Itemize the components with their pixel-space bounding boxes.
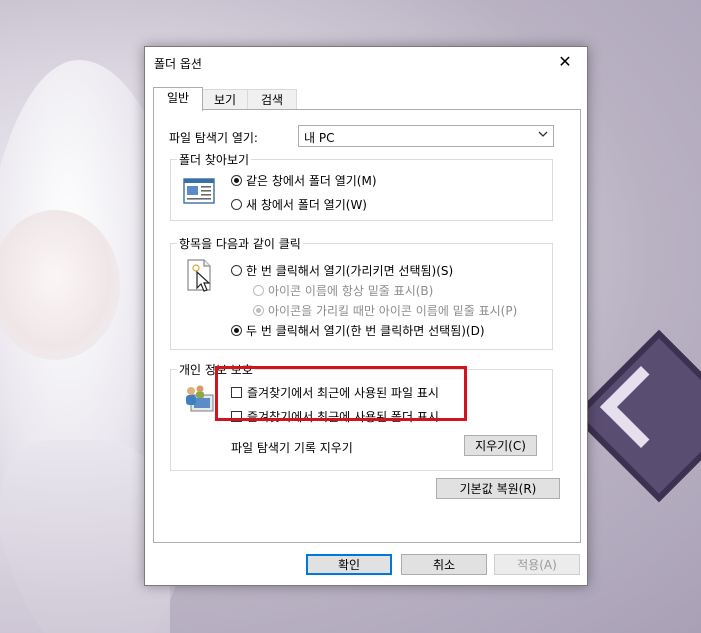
radio-single-click-button[interactable] [231, 265, 242, 276]
tab-view[interactable]: 보기 [201, 89, 249, 110]
radio-new-window-button[interactable] [231, 199, 242, 210]
privacy-people-icon [183, 383, 217, 418]
radio-underline-hover-button [253, 305, 264, 316]
clear-history-button[interactable]: 지우기(C) [464, 435, 537, 456]
radio-double-click-button[interactable] [231, 325, 242, 336]
title-bar: 폴더 옵션 ✕ [145, 47, 587, 78]
radio-single-click[interactable]: 한 번 클릭해서 열기(가리키면 선택됨)(S) [231, 262, 453, 279]
tab-search[interactable]: 검색 [247, 89, 297, 110]
general-tab-panel: 파일 탐색기 열기: 내 PC 폴더 찾아보기 같은 창에서 폴더 열기(M) … [153, 109, 581, 543]
chevron-down-icon [537, 128, 549, 143]
radio-underline-always-label: 아이콘 이름에 항상 밑줄 표시(B) [268, 284, 434, 298]
radio-same-window[interactable]: 같은 창에서 폴더 열기(M) [231, 172, 377, 189]
radio-double-click[interactable]: 두 번 클릭해서 열기(한 번 클릭하면 선택됨)(D) [231, 322, 485, 339]
radio-new-window[interactable]: 새 창에서 폴더 열기(W) [231, 196, 367, 213]
clear-history-label: 파일 탐색기 기록 지우기 [231, 441, 353, 455]
open-explorer-dropdown[interactable]: 내 PC [298, 125, 554, 147]
open-explorer-value: 내 PC [304, 131, 335, 145]
tab-general[interactable]: 일반 [153, 87, 203, 111]
click-items-legend: 항목을 다음과 같이 클릭 [177, 235, 303, 252]
cancel-button[interactable]: 취소 [401, 554, 487, 575]
highlight-box [215, 366, 467, 421]
radio-underline-hover-label: 아이콘을 가리킬 때만 아이콘 이름에 밑줄 표시(P) [268, 304, 518, 318]
radio-same-window-label: 같은 창에서 폴더 열기(M) [246, 174, 377, 188]
radio-single-click-label: 한 번 클릭해서 열기(가리키면 선택됨)(S) [246, 264, 454, 278]
open-explorer-label: 파일 탐색기 열기: [169, 131, 258, 145]
browse-folders-group: 폴더 찾아보기 같은 창에서 폴더 열기(M) 새 창에서 폴더 열기(W) [170, 151, 553, 221]
folder-window-icon [183, 177, 215, 208]
radio-double-click-label: 두 번 클릭해서 열기(한 번 클릭하면 선택됨)(D) [246, 324, 485, 338]
apply-button[interactable]: 적용(A) [494, 554, 580, 575]
restore-defaults-button[interactable]: 기본값 복원(R) [436, 478, 560, 499]
pointer-click-icon [185, 258, 215, 297]
radio-underline-hover: 아이콘을 가리킬 때만 아이콘 이름에 밑줄 표시(P) [253, 302, 517, 319]
radio-underline-always: 아이콘 이름에 항상 밑줄 표시(B) [253, 282, 433, 299]
close-icon[interactable]: ✕ [543, 47, 587, 78]
click-items-group: 항목을 다음과 같이 클릭 한 번 클릭해서 열기(가리키면 선택됨)(S) 아… [170, 235, 553, 350]
ok-button[interactable]: 확인 [306, 554, 392, 575]
radio-same-window-button[interactable] [231, 175, 242, 186]
radio-underline-always-button [253, 285, 264, 296]
browse-folders-legend: 폴더 찾아보기 [177, 151, 252, 168]
dialog-title: 폴더 옵션 [154, 57, 202, 71]
radio-new-window-label: 새 창에서 폴더 열기(W) [246, 198, 367, 212]
folder-options-dialog: 폴더 옵션 ✕ 일반 보기 검색 파일 탐색기 열기: 내 PC 폴더 찾아보기 [144, 46, 588, 586]
